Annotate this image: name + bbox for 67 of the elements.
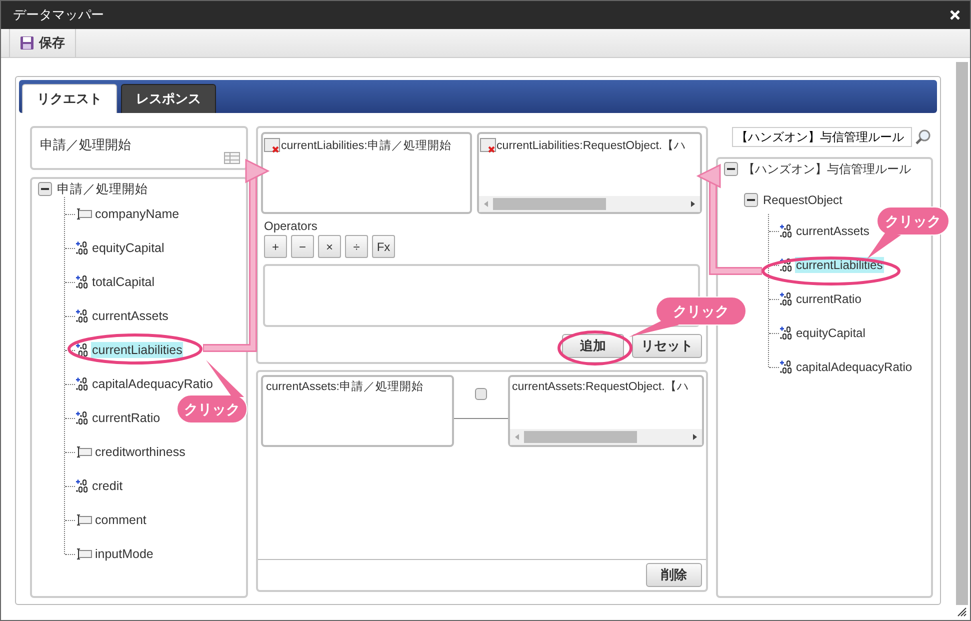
close-icon[interactable] bbox=[950, 10, 960, 20]
source-item: currentLiabilities:申請／処理開始 bbox=[281, 138, 452, 153]
tree-root[interactable]: 申請／処理開始 bbox=[56, 180, 149, 198]
mapping-target: currentAssets:RequestObject.【ハ bbox=[512, 381, 689, 393]
tree-item[interactable]: currentRatio bbox=[795, 291, 862, 307]
number-type-icon bbox=[76, 275, 89, 289]
tree-item[interactable]: equityCapital bbox=[91, 240, 166, 256]
tree-root[interactable]: 【ハンズオン】与信管理ルール bbox=[742, 160, 912, 178]
operator-button[interactable]: ÷ bbox=[345, 235, 368, 258]
reset-button[interactable]: リセット bbox=[632, 334, 702, 358]
number-type-icon bbox=[780, 360, 793, 374]
target-item: currentLiabilities:RequestObject.【ハ bbox=[496, 138, 686, 153]
operator-button[interactable]: + bbox=[264, 235, 287, 258]
number-type-icon bbox=[780, 258, 793, 272]
tree-item[interactable]: comment bbox=[94, 512, 148, 528]
tree-node[interactable]: RequestObject bbox=[762, 192, 844, 208]
collapse-icon[interactable] bbox=[38, 182, 52, 196]
number-type-icon bbox=[780, 292, 793, 306]
number-type-icon bbox=[76, 241, 89, 255]
tab[interactable]: リクエスト bbox=[22, 84, 117, 113]
broken-image-icon bbox=[264, 138, 281, 153]
tree-item[interactable]: inputMode bbox=[94, 546, 154, 562]
checkbox[interactable] bbox=[475, 388, 487, 400]
tree-item[interactable]: credit bbox=[91, 478, 124, 494]
delete-button[interactable]: 削除 bbox=[646, 563, 702, 587]
text-field-icon bbox=[76, 514, 92, 526]
source-name: 申請／処理開始 bbox=[40, 137, 131, 152]
operators-label: Operators bbox=[264, 219, 318, 233]
tree-item[interactable]: currentRatio bbox=[91, 410, 162, 426]
window-title: データマッパー bbox=[13, 6, 104, 24]
mapping-source: currentAssets:申請／処理開始 bbox=[266, 381, 424, 393]
tree-item[interactable]: equityCapital bbox=[795, 325, 866, 341]
horizontal-scrollbar[interactable] bbox=[478, 196, 700, 212]
collapse-icon[interactable] bbox=[724, 162, 738, 176]
operator-button[interactable]: × bbox=[318, 235, 341, 258]
tree-item[interactable]: totalCapital bbox=[91, 274, 156, 290]
broken-image-icon bbox=[480, 138, 497, 153]
number-type-icon bbox=[76, 479, 89, 493]
expression-field[interactable] bbox=[263, 264, 700, 327]
number-type-icon bbox=[76, 309, 89, 323]
collapse-icon[interactable] bbox=[744, 193, 758, 207]
search-field[interactable]: 【ハンズオン】与信管理ルール bbox=[732, 127, 912, 147]
operator-button[interactable]: − bbox=[291, 235, 314, 258]
number-type-icon bbox=[76, 411, 89, 425]
tree-item[interactable]: currentAssets bbox=[91, 308, 170, 324]
text-field-icon bbox=[76, 208, 92, 220]
text-field-icon bbox=[76, 548, 92, 560]
number-type-icon bbox=[780, 326, 793, 340]
tree-item[interactable]: capitalAdequacyRatio bbox=[795, 359, 914, 375]
number-type-icon bbox=[76, 377, 89, 391]
search-icon[interactable] bbox=[915, 129, 931, 145]
resize-grip-icon[interactable] bbox=[957, 607, 967, 617]
vertical-scrollbar[interactable] bbox=[956, 62, 968, 605]
callout: クリック bbox=[629, 296, 746, 337]
tree-item[interactable]: companyName bbox=[94, 206, 180, 222]
source-name-field[interactable]: 申請／処理開始 bbox=[30, 126, 248, 170]
save-button[interactable]: 保存 bbox=[9, 29, 76, 57]
number-type-icon bbox=[76, 343, 89, 357]
tree-item[interactable]: currentLiabilities bbox=[91, 342, 184, 358]
tree-item[interactable]: capitalAdequacyRatio bbox=[91, 376, 214, 392]
add-button[interactable]: 追加 bbox=[562, 334, 624, 358]
number-type-icon bbox=[780, 224, 793, 238]
text-field-icon bbox=[76, 446, 92, 458]
tab[interactable]: レスポンス bbox=[121, 84, 216, 113]
tree-item[interactable]: creditworthiness bbox=[94, 444, 186, 460]
horizontal-scrollbar[interactable] bbox=[510, 429, 702, 445]
operator-button[interactable]: Fx bbox=[372, 235, 395, 258]
